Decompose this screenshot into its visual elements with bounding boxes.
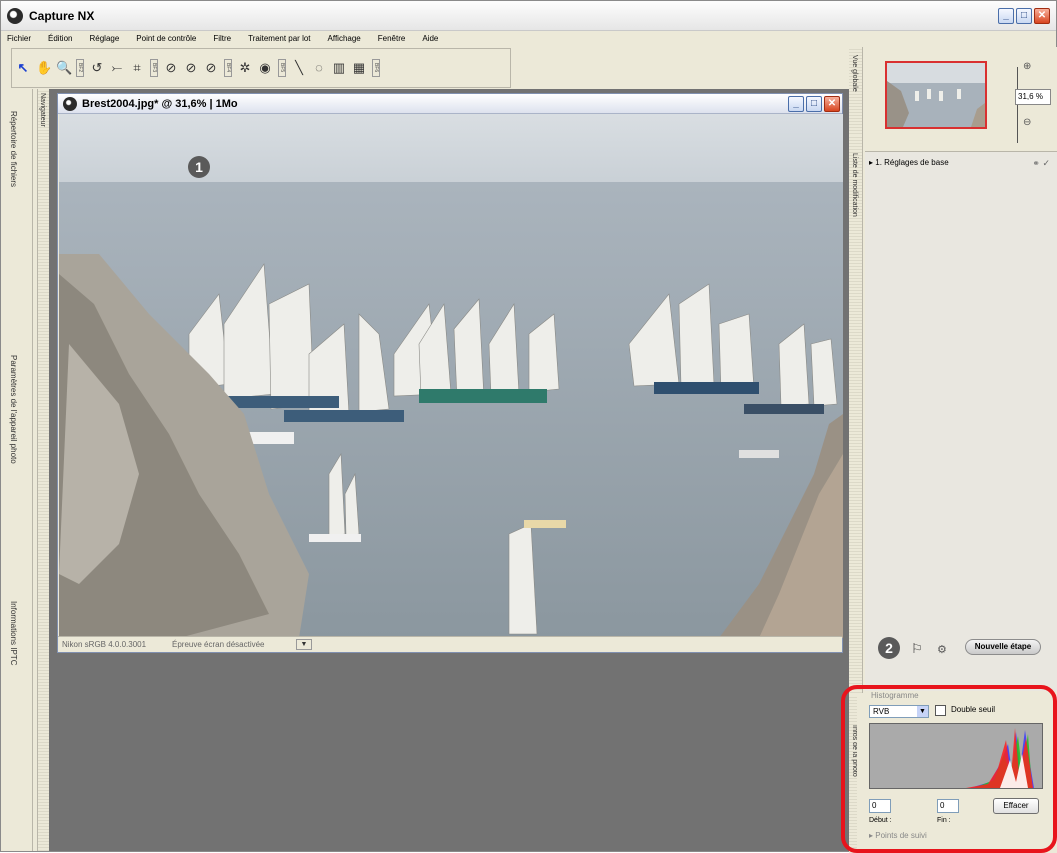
menu-aide[interactable]: Aide xyxy=(422,31,438,47)
step-basic-adjustments[interactable]: ▸ 1. Réglages de base xyxy=(869,158,949,167)
menu-fenetre[interactable]: Fenêtre xyxy=(378,31,406,47)
maximize-icon[interactable]: □ xyxy=(1016,8,1032,24)
edit-list-label: Liste de modification xyxy=(851,153,858,217)
navigator-strip[interactable] xyxy=(37,89,49,851)
doc-close-icon[interactable]: ✕ xyxy=(824,96,840,112)
menu-bar: Fichier Édition Réglage Point de contrôl… xyxy=(1,31,1056,47)
tab-iptc-info[interactable]: Informations IPTC xyxy=(9,601,18,665)
edit-list-strip[interactable] xyxy=(849,135,863,695)
overview-label: Vue globale xyxy=(851,55,858,92)
toolbar-group-label: BF2 xyxy=(76,59,84,77)
navigator-label: Navigateur xyxy=(39,93,46,127)
doc-minimize-icon[interactable]: _ xyxy=(788,96,804,112)
brush-tool-icon[interactable]: ╲ xyxy=(292,61,306,75)
highlight-frame xyxy=(841,685,1057,853)
white-point-tool-icon[interactable]: ⊘ xyxy=(204,61,218,75)
toolbar-group-label: BF6 xyxy=(372,59,380,77)
document-window: Brest2004.jpg* @ 31,6% | 1Mo _ □ ✕ Nikon… xyxy=(57,93,843,653)
soft-proof-status: Épreuve écran désactivée xyxy=(172,640,265,649)
menu-edition[interactable]: Édition xyxy=(48,31,72,47)
menu-reglage[interactable]: Réglage xyxy=(89,31,119,47)
document-logo-icon xyxy=(63,97,77,111)
left-tab-strip: Répertoire de fichiers Paramètres de l'a… xyxy=(1,89,33,851)
zoom-out-icon[interactable]: ⊖ xyxy=(1023,117,1031,128)
color-control-point-icon[interactable]: ✲ xyxy=(238,61,252,75)
toolbar-group-label: BF4 xyxy=(224,59,232,77)
zoom-value-field[interactable]: 31,6 % xyxy=(1015,89,1051,105)
new-step-button[interactable]: Nouvelle étape xyxy=(965,639,1041,655)
menu-traitement-par-lot[interactable]: Traitement par lot xyxy=(248,31,310,47)
minimize-icon[interactable]: _ xyxy=(998,8,1014,24)
step-settings-icon[interactable]: ⚙ xyxy=(937,643,947,656)
menu-fichier[interactable]: Fichier xyxy=(7,31,31,47)
rotate-tool-icon[interactable]: ↺ xyxy=(90,61,104,75)
zoom-unit: % xyxy=(1035,92,1043,101)
document-status-bar: Nikon sRGB 4.0.0.3001 Épreuve écran désa… xyxy=(58,636,842,652)
title-bar: Capture NX _ □ ✕ xyxy=(1,1,1056,31)
zoom-value: 31,6 xyxy=(1018,92,1034,101)
black-point-tool-icon[interactable]: ⊘ xyxy=(164,61,178,75)
fill-tool-icon[interactable]: ▦ xyxy=(352,61,366,75)
app-window: Capture NX _ □ ✕ Fichier Édition Réglage… xyxy=(0,0,1057,853)
step-label: 1. Réglages de base xyxy=(875,158,949,167)
direct-select-tool-icon[interactable]: ↖ xyxy=(16,61,30,75)
toolbar: ↖ ✋ 🔍 BF2 ↺ ⤚ ⌗ BF3 ⊘ ⊘ ⊘ BF4 ✲ ◉ BF5 ╲ … xyxy=(11,48,511,88)
zoom-tool-icon[interactable]: 🔍 xyxy=(56,61,72,75)
neutral-point-tool-icon[interactable]: ⊘ xyxy=(184,61,198,75)
document-window-controls: _ □ ✕ xyxy=(788,96,840,112)
red-eye-tool-icon[interactable]: ◉ xyxy=(258,61,272,75)
overview-thumbnail[interactable] xyxy=(885,61,987,129)
crop-tool-icon[interactable]: ⌗ xyxy=(130,61,144,75)
document-title: Brest2004.jpg* @ 31,6% | 1Mo xyxy=(82,98,238,110)
menu-affichage[interactable]: Affichage xyxy=(328,31,361,47)
window-controls: _ □ ✕ xyxy=(998,8,1050,24)
step-options-icon[interactable]: ⚭ ✓ xyxy=(1032,158,1050,169)
tab-file-browser[interactable]: Répertoire de fichiers xyxy=(9,111,18,187)
tall-ships-photo xyxy=(59,114,843,638)
toolbar-group-label: BF3 xyxy=(150,59,158,77)
menu-filtre[interactable]: Filtre xyxy=(213,31,231,47)
app-title: Capture NX xyxy=(29,9,95,23)
menu-point-de-controle[interactable]: Point de contrôle xyxy=(136,31,196,47)
callout-badge-2: 2 xyxy=(878,637,900,659)
callout-badge-1: 1 xyxy=(188,156,210,178)
straighten-tool-icon[interactable]: ⤚ xyxy=(110,61,124,75)
close-icon[interactable]: ✕ xyxy=(1034,8,1050,24)
doc-maximize-icon[interactable]: □ xyxy=(806,96,822,112)
hand-tool-icon[interactable]: ✋ xyxy=(36,61,52,75)
add-step-flag-icon[interactable]: ⚐ xyxy=(911,641,923,657)
left-panel: Répertoire de fichiers Paramètres de l'a… xyxy=(1,89,49,851)
zoom-in-icon[interactable]: ⊕ xyxy=(1023,61,1031,72)
capture-nx-logo-icon xyxy=(7,8,23,24)
zoom-slider[interactable] xyxy=(1017,67,1018,143)
gradient-tool-icon[interactable]: ▥ xyxy=(332,61,346,75)
document-title-bar[interactable]: Brest2004.jpg* @ 31,6% | 1Mo _ □ ✕ xyxy=(58,94,842,114)
toolbar-group-label: BF5 xyxy=(278,59,286,77)
lasso-tool-icon[interactable]: ◌ xyxy=(312,61,326,75)
tab-camera-settings[interactable]: Paramètres de l'appareil photo xyxy=(9,355,18,464)
photo-canvas[interactable] xyxy=(59,114,843,638)
color-profile-text: Nikon sRGB 4.0.0.3001 xyxy=(62,640,147,649)
status-dropdown-icon[interactable]: ▼ xyxy=(296,639,312,650)
edit-list-panel: ▸ 1. Réglages de base ⚭ ✓ xyxy=(865,151,1057,691)
thumbnail-image xyxy=(887,63,985,127)
